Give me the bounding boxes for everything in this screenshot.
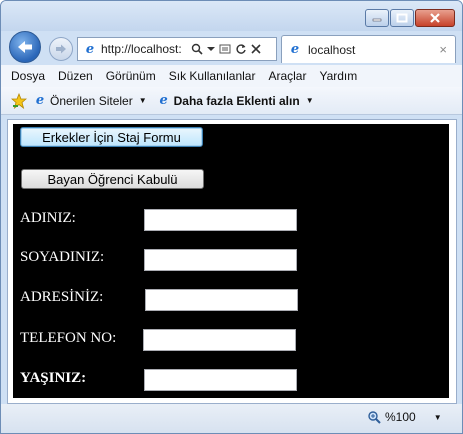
menu-bar: Dosya Düzen Görünüm Sık Kullanılanlar Ar… (1, 65, 462, 87)
status-bar: %100 ▼ (1, 404, 462, 433)
menu-help[interactable]: Yardım (319, 69, 357, 83)
favorites-star-icon (11, 92, 27, 109)
ie-tab-icon: e (290, 42, 300, 57)
navigation-bar: e http://localhost: e localhost × (1, 31, 462, 65)
refresh-icon[interactable] (235, 43, 247, 55)
ie-suggested-icon: e (35, 93, 45, 108)
forward-arrow-icon (56, 44, 66, 54)
address-bar[interactable]: e http://localhost: (77, 37, 277, 61)
ie-addons-icon: e (159, 93, 168, 108)
dropdown-arrow-icon[interactable] (207, 46, 215, 52)
address-label: ADRESİNİZ: (20, 289, 104, 305)
name-label: ADINIZ: (20, 210, 76, 226)
search-icon[interactable] (191, 43, 203, 55)
suggested-sites-label: Önerilen Siteler (50, 93, 133, 108)
age-input[interactable] (144, 369, 297, 391)
maximize-button[interactable] (390, 9, 414, 27)
maximize-icon (396, 13, 408, 23)
tab-close-icon[interactable]: × (439, 42, 447, 57)
title-bar (1, 1, 462, 31)
stop-icon[interactable] (251, 44, 261, 54)
surname-label: SOYADINIZ: (20, 249, 105, 265)
menu-tools[interactable]: Araçlar (268, 69, 306, 83)
zoom-level: %100 (385, 410, 416, 424)
menu-view[interactable]: Görünüm (106, 69, 156, 83)
menu-favorites[interactable]: Sık Kullanılanlar (169, 69, 256, 83)
compatibility-view-icon[interactable] (219, 43, 231, 55)
zoom-control[interactable]: %100 ▼ (367, 410, 442, 424)
address-url: http://localhost: (101, 42, 182, 56)
forward-button[interactable] (49, 37, 73, 61)
chevron-down-icon: ▼ (138, 96, 147, 105)
tab-title: localhost (308, 42, 356, 57)
internship-form-button[interactable]: Erkekler İçin Staj Formu (20, 127, 203, 147)
phone-label: TELEFON NO: (20, 330, 117, 346)
get-addons-link[interactable]: e Daha fazla Eklenti alın ▼ (157, 93, 314, 108)
female-admission-button[interactable]: Bayan Öğrenci Kabulü (21, 169, 204, 189)
zoom-icon (368, 411, 381, 424)
minimize-icon (372, 18, 382, 22)
tab-localhost[interactable]: e localhost × (281, 35, 456, 63)
back-button[interactable] (9, 31, 41, 63)
chevron-down-icon: ▼ (305, 96, 314, 105)
address-input[interactable] (145, 289, 298, 311)
favorites-bar: e Önerilen Siteler ▼ e Daha fazla Eklent… (1, 87, 462, 115)
favorites-star-button[interactable] (11, 92, 27, 109)
ie-page-icon: e (85, 41, 95, 57)
age-label: YAŞINIZ: (20, 370, 87, 386)
surname-input[interactable] (144, 249, 297, 271)
back-arrow-icon (18, 41, 32, 53)
page-content: Erkekler İçin Staj Formu Bayan Öğrenci K… (13, 124, 449, 398)
browser-window: e http://localhost: e localhost × Dosya … (0, 0, 463, 434)
close-button[interactable] (415, 9, 455, 27)
name-input[interactable] (144, 209, 297, 231)
suggested-sites-link[interactable]: e Önerilen Siteler ▼ (33, 93, 147, 108)
get-addons-label: Daha fazla Eklenti alın (173, 93, 300, 108)
menu-file[interactable]: Dosya (11, 69, 45, 83)
close-icon (430, 13, 440, 23)
phone-input[interactable] (143, 329, 296, 351)
menu-edit[interactable]: Düzen (58, 69, 93, 83)
zoom-dropdown-icon[interactable]: ▼ (434, 413, 442, 422)
minimize-button[interactable] (365, 9, 389, 27)
